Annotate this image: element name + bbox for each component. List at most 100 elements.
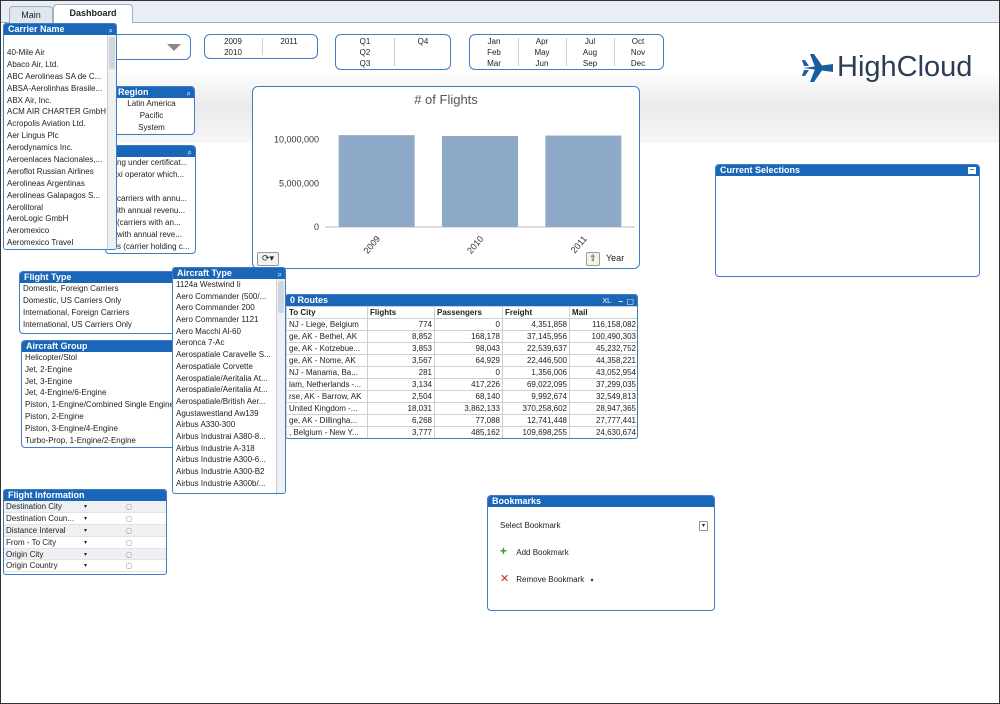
scroll-thumb[interactable] [278, 281, 284, 313]
list-item[interactable]: Aeronca 7-Ac [173, 337, 285, 349]
table-row[interactable]: NJ - Manama, Ba... 281 0 1,356,006 43,052,95… [286, 366, 637, 379]
list-item[interactable]: Helicopter/Stol [22, 352, 180, 364]
month-item[interactable]: Jul [568, 36, 612, 47]
list-item[interactable]: Aerodynamics Inc. [4, 142, 116, 154]
quarter-item[interactable]: Q4 [398, 36, 448, 47]
list-item[interactable]: ACM AIR CHARTER GmbH [4, 106, 116, 118]
column-header[interactable]: Passengers [434, 306, 503, 319]
month-item[interactable]: Nov [616, 47, 660, 58]
list-item[interactable]: Aero Commander 1121 [173, 314, 285, 326]
list-item[interactable]: ABC Aerolineas SA de C... [4, 71, 116, 83]
month-item[interactable]: Aug [568, 47, 612, 58]
table-row[interactable]: ge, AK - Dillingha... 6,268 77,088 12,741,4… [286, 414, 637, 427]
list-item[interactable]: Acropolis Aviation Ltd. [4, 118, 116, 130]
list-item[interactable]: Aeromexico Travel [4, 237, 116, 249]
drill-up-icon[interactable]: ⇧ [586, 252, 600, 266]
month-item[interactable]: Jun [520, 58, 564, 69]
year-item[interactable]: 2011 [267, 36, 311, 47]
scrollbar[interactable] [276, 279, 285, 493]
list-item[interactable]: xi operator which... [106, 169, 195, 181]
month-item[interactable]: Dec [616, 58, 660, 69]
list-item[interactable]: Aerolineas Galapagos S... [4, 190, 116, 202]
remove-bookmark-button[interactable]: ✕ Remove Bookmark ▾ [500, 573, 594, 586]
list-item[interactable]: Aeroenlaces Nacionales,... [4, 154, 116, 166]
list-item[interactable]: Airbus Industrie A-318 [173, 443, 285, 455]
list-item[interactable]: ng under certificat... [106, 157, 195, 169]
search-icon[interactable]: ⌕ [187, 88, 191, 99]
add-bookmark-button[interactable]: + Add Bookmark [500, 545, 569, 558]
maximize-icon[interactable]: ▢ [626, 296, 634, 307]
table-row[interactable]: Destination City ▾ ○ [4, 501, 166, 514]
list-item[interactable]: Piston, 1-Engine/Combined Single Engine [22, 399, 180, 411]
quarter-item[interactable]: Q3 [340, 58, 390, 69]
month-item[interactable]: Jan [472, 36, 516, 47]
list-item[interactable]: s (carrier holding c... [106, 241, 195, 253]
scrollbar[interactable] [107, 35, 116, 249]
list-item[interactable]: Piston, 2-Engine [22, 411, 180, 423]
list-item[interactable]: Aer Lingus Plc [4, 130, 116, 142]
list-item[interactable] [106, 181, 195, 193]
chevron-down-icon[interactable]: ▾ [82, 524, 92, 537]
year-item[interactable]: 2009 [211, 36, 255, 47]
table-row[interactable]: lam, Netherlands -... 3,134 417,226 69,022,… [286, 378, 637, 391]
minimize-icon[interactable]: – [968, 166, 976, 174]
list-item[interactable]: Aerospatiale Corvette [173, 361, 285, 373]
table-row[interactable]: NJ - Liege, Belgium 774 0 4,351,858 116,158,… [286, 318, 637, 331]
month-item[interactable]: Sep [568, 58, 612, 69]
scroll-thumb[interactable] [109, 37, 115, 69]
table-row[interactable]: Origin City ▾ ○ [4, 548, 166, 561]
list-item[interactable]: Jet, 3-Engine [22, 376, 180, 388]
list-item[interactable]: Aeromexico [4, 225, 116, 237]
list-item[interactable]: Airbus Industrai A380-8... [173, 431, 285, 443]
month-item[interactable]: Oct [616, 36, 660, 47]
list-item[interactable]: Domestic, US Carriers Only [20, 295, 178, 307]
xl-export-icon[interactable]: XL [602, 296, 611, 307]
list-item[interactable]: Airbus Industrie A300-B2 [173, 466, 285, 478]
tab-dashboard[interactable]: Dashboard [53, 4, 133, 24]
list-item[interactable]: Latin America [106, 98, 194, 110]
year-item[interactable]: 2010 [211, 47, 255, 58]
list-item[interactable]: Aero Commander (500/... [173, 291, 285, 303]
quarter-item[interactable]: Q1 [340, 36, 390, 47]
chevron-down-icon[interactable]: ▾ [591, 577, 594, 584]
chevron-down-icon[interactable]: ▾ [82, 548, 92, 561]
list-item[interactable]: Aeroflot Russian Airlines [4, 166, 116, 178]
quarter-item[interactable]: Q2 [340, 47, 390, 58]
list-item[interactable]: Abaco Air, Ltd. [4, 59, 116, 71]
column-header[interactable]: To City [286, 306, 368, 319]
list-item[interactable]: 1124a Westwind Ii [173, 279, 285, 291]
table-row[interactable]: Distance Interval ▾ ○ [4, 524, 166, 537]
column-header[interactable]: Freight [502, 306, 570, 319]
list-item[interactable]: Airbus Industrie A300b/... [173, 478, 285, 490]
list-item[interactable]: System [106, 122, 194, 134]
list-item[interactable]: Piston, 3-Engine/4-Engine [22, 423, 180, 435]
chevron-down-icon[interactable]: ▾ [82, 536, 92, 549]
list-item[interactable]: Aerolitoral [4, 202, 116, 214]
list-item[interactable]: ABSA-Aerolinhas Brasile... [4, 83, 116, 95]
chevron-down-icon[interactable]: ▾ [82, 501, 92, 514]
table-row[interactable]: ge, AK - Bethel, AK 8,852 168,178 37,145,95… [286, 330, 637, 343]
cycle-chart-icon[interactable]: ⟳▾ [257, 252, 279, 266]
table-row[interactable]: , Belgium - New Y... 3,777 485,162 109,698,… [286, 426, 637, 438]
list-item[interactable]: Aerolineas Argentinas [4, 178, 116, 190]
list-item[interactable]: Aero Commander 200 [173, 302, 285, 314]
list-item[interactable]: Airbus A330-300 [173, 419, 285, 431]
search-icon[interactable]: ⌕ [188, 147, 192, 158]
list-item[interactable]: 40-Mile Air [4, 47, 116, 59]
column-header[interactable]: Mail [569, 306, 637, 319]
table-row[interactable]: Destination Coun... ▾ ○ [4, 512, 166, 526]
list-item[interactable]: Turbo-Prop, 1-Engine/2-Engine [22, 435, 180, 447]
table-row[interactable]: rse, AK - Barrow, AK 2,504 68,140 9,992,674… [286, 390, 637, 403]
list-item[interactable]: AeroLogic GmbH [4, 213, 116, 225]
list-item[interactable]: International, Foreign Carriers [20, 307, 178, 319]
month-item[interactable]: May [520, 47, 564, 58]
bookmark-select[interactable]: Select Bookmark ▾ [500, 520, 708, 533]
list-item[interactable]: Jet, 4-Engine/6-Engine [22, 387, 180, 399]
list-item[interactable]: Aero Macchi Al-60 [173, 326, 285, 338]
list-item[interactable]: Airbus Industrie A300-6... [173, 454, 285, 466]
minimize-icon[interactable]: – [619, 296, 623, 307]
list-item[interactable]: ABX Air, Inc. [4, 95, 116, 107]
list-item[interactable]: Domestic, Foreign Carriers [20, 283, 178, 295]
table-row[interactable]: Origin Country ▾ ○ [4, 559, 166, 573]
list-item[interactable]: carriers with annu... [106, 193, 195, 205]
